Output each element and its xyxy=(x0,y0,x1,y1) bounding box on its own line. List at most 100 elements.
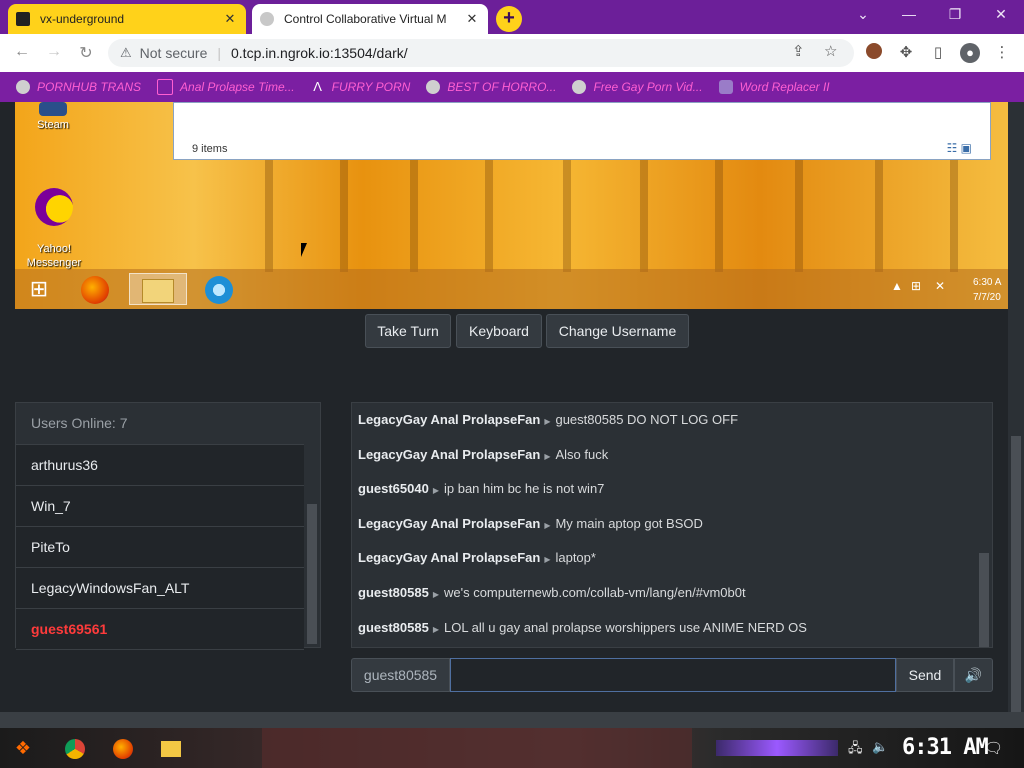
reload-icon[interactable]: ↻ xyxy=(76,43,96,63)
user-list-item-self[interactable]: guest69561 xyxy=(16,609,304,650)
chat-scrollbar[interactable] xyxy=(976,403,992,647)
new-tab-button[interactable]: + xyxy=(496,6,522,32)
users-scrollbar[interactable] xyxy=(304,444,320,647)
bookmark-item[interactable]: PORNHUB TRANS xyxy=(16,80,141,94)
arrow-icon: ▶ xyxy=(432,486,439,495)
mouse-cursor-icon xyxy=(301,243,313,257)
network-icon[interactable]: 🖧 xyxy=(848,739,863,761)
tray-arrow-icon[interactable]: ▲ xyxy=(891,279,903,293)
current-username: guest80585 xyxy=(351,658,450,692)
explorer-item-count: 9 items xyxy=(192,143,228,155)
bookmark-label: Word Replacer II xyxy=(739,80,830,94)
url-path: :13504/dark/ xyxy=(329,45,408,61)
address-bar[interactable]: ⚠ Not secure | 0.tcp.in.ngrok.io:13504/d… xyxy=(108,39,854,67)
bookmark-star-icon[interactable]: ☆ xyxy=(824,42,837,60)
user-list-item[interactable]: Win_7 xyxy=(16,486,304,527)
ie-browser-icon[interactable] xyxy=(199,273,239,305)
page-scrollbar[interactable] xyxy=(1008,102,1024,714)
bookmark-label: Free Gay Porn Vid... xyxy=(593,80,703,94)
chat-username: LegacyGay Anal ProlapseFan xyxy=(358,447,541,462)
bookmark-label: BEST OF HORRO... xyxy=(447,80,557,94)
scrollbar-thumb[interactable] xyxy=(979,553,989,647)
close-icon[interactable]: ✕ xyxy=(464,11,480,27)
security-label: Not secure xyxy=(139,45,208,61)
user-list-item[interactable]: LegacyWindowsFan_ALT xyxy=(16,568,304,609)
user-list-item[interactable]: arthurus36 xyxy=(16,445,304,486)
tab-vx-underground[interactable]: vx-underground ✕ xyxy=(8,4,246,34)
volume-icon[interactable]: 🔊 xyxy=(954,658,993,692)
url-text: 0.tcp.in.ngrok.io:13504/dark/ xyxy=(231,45,408,61)
steam-icon xyxy=(39,102,67,116)
share-icon[interactable]: ⇪ xyxy=(792,42,805,60)
scrollbar-thumb[interactable] xyxy=(307,504,317,644)
vm-clock: 6:30 A 7/7/20 xyxy=(973,275,1001,305)
desktop-icon-yahoo-messenger[interactable]: Yahoo! Messenger xyxy=(19,174,89,270)
desktop-icon-steam[interactable]: Steam xyxy=(23,102,83,132)
browser-tab-strip: vx-underground ✕ Control Collaborative V… xyxy=(0,0,1024,34)
side-panel-icon[interactable]: ▯ xyxy=(928,43,948,63)
file-explorer-icon[interactable] xyxy=(158,736,184,760)
bookmark-item[interactable]: Anal Prolapse Time... xyxy=(157,79,295,95)
chat-message: LegacyGay Anal ProlapseFan ▶ guest80585 DO… xyxy=(358,412,738,427)
vm-clock-date: 7/7/20 xyxy=(973,292,1001,303)
take-turn-button[interactable]: Take Turn xyxy=(365,314,451,348)
arrow-icon: ▶ xyxy=(544,521,551,530)
scrollbar-thumb[interactable] xyxy=(1011,436,1021,712)
bookmark-item[interactable]: Word Replacer II xyxy=(718,80,830,94)
window-close-icon[interactable]: ✕ xyxy=(990,6,1012,23)
bookmark-favicon-icon xyxy=(157,79,174,95)
chat-panel: LegacyGay Anal ProlapseFan ▶ guest80585 DO… xyxy=(351,402,993,648)
extensions-puzzle-icon[interactable]: ✥ xyxy=(896,43,916,63)
bookmark-item[interactable]: BEST OF HORRO... xyxy=(426,80,556,94)
start-button-icon[interactable]: ❖ xyxy=(10,736,36,760)
profile-icon[interactable]: ● xyxy=(960,43,980,63)
collabvm-favicon-icon xyxy=(260,12,274,26)
bookmark-item[interactable]: Λ FURRY PORN xyxy=(311,80,410,95)
chat-username: guest65040 xyxy=(358,481,429,496)
restore-icon[interactable]: ❐ xyxy=(944,6,966,23)
chat-message: guest80585 ▶ we's computernewb.com/collab-… xyxy=(358,585,746,600)
chat-username: guest80585 xyxy=(358,585,429,600)
send-button[interactable]: Send xyxy=(896,658,954,692)
forward-icon[interactable]: → xyxy=(44,43,64,61)
chat-message: LegacyGay Anal ProlapseFan ▶ laptop* xyxy=(358,550,596,565)
chat-message: guest65040 ▶ ip ban him bc he is not win7 xyxy=(358,481,604,496)
chat-username: LegacyGay Anal ProlapseFan xyxy=(358,516,541,531)
vx-favicon-icon xyxy=(16,12,30,26)
extension-avatar-icon[interactable] xyxy=(864,43,884,63)
user-list-item[interactable]: PiteTo xyxy=(16,527,304,568)
chat-username: LegacyGay Anal ProlapseFan xyxy=(358,412,541,427)
close-icon[interactable]: ✕ xyxy=(222,11,238,27)
back-icon[interactable]: ← xyxy=(12,43,32,61)
users-online-header: Users Online: 7 xyxy=(16,403,320,445)
chrome-icon[interactable] xyxy=(62,736,88,760)
firefox-icon[interactable] xyxy=(75,273,115,305)
firefox-icon[interactable] xyxy=(110,736,136,760)
horizontal-scrollbar[interactable] xyxy=(0,712,1024,728)
network-icon[interactable]: ⊞ xyxy=(911,279,921,293)
vm-explorer-window[interactable]: 9 items ☷ ▣ xyxy=(173,102,991,160)
minimize-icon[interactable]: — xyxy=(898,6,920,22)
windows-start-icon[interactable]: ⊞ xyxy=(19,273,59,305)
vm-screen[interactable]: 9 items ☷ ▣ Steam Yahoo! Messenger ⊞ ▲ ⊞… xyxy=(15,102,1008,309)
chat-message-input[interactable] xyxy=(450,658,896,692)
taskbar-wallpaper-decoration xyxy=(262,728,692,768)
view-toggle-icon[interactable]: ☷ ▣ xyxy=(947,141,972,155)
notifications-icon[interactable]: 🗨 xyxy=(984,739,1003,757)
chat-text: LOL all u gay anal prolapse worshippers … xyxy=(443,620,807,635)
bookmark-item[interactable]: Free Gay Porn Vid... xyxy=(572,80,703,94)
bookmark-label: Anal Prolapse Time... xyxy=(180,80,295,94)
speaker-icon[interactable]: 🔈 xyxy=(872,739,888,755)
globe-icon xyxy=(16,80,30,94)
globe-icon xyxy=(426,80,441,94)
menu-kebab-icon[interactable]: ⋮ xyxy=(992,43,1012,63)
change-username-button[interactable]: Change Username xyxy=(546,314,689,348)
tab-search-icon[interactable]: ⌄ xyxy=(852,6,874,23)
file-explorer-icon[interactable] xyxy=(129,273,187,305)
arrow-icon: ▶ xyxy=(544,452,551,461)
chat-text: laptop* xyxy=(555,550,596,565)
yahoo-messenger-icon xyxy=(35,188,73,226)
keyboard-button[interactable]: Keyboard xyxy=(456,314,542,348)
volume-muted-icon[interactable]: ✕ xyxy=(935,279,945,293)
tab-collab-vm[interactable]: Control Collaborative Virtual M ✕ xyxy=(252,4,488,34)
